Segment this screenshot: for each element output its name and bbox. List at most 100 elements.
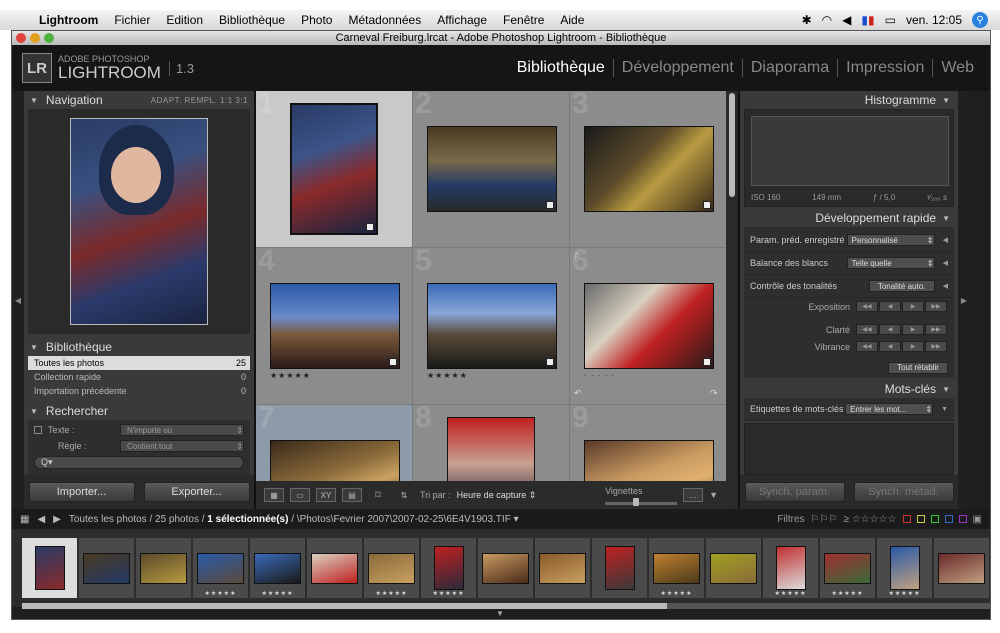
grid-cell[interactable]: 4 ★★★★★: [256, 248, 412, 404]
toolbar-menu-icon[interactable]: ▼: [709, 490, 718, 500]
spotlight-icon[interactable]: ⚲: [972, 12, 988, 28]
grid-cell[interactable]: 6 ⚐ · · · · · ↶ ↷: [570, 248, 726, 404]
sync-metadata-button[interactable]: Synch. métad.: [853, 482, 954, 502]
navigator-preview[interactable]: [28, 109, 250, 334]
menu-fenetre[interactable]: Fenêtre: [496, 13, 553, 27]
grid-cell[interactable]: 3: [570, 91, 726, 247]
thumbnail[interactable]: [270, 283, 400, 369]
text-scope-select[interactable]: N'importe où ⇕: [120, 424, 244, 436]
navigation-header[interactable]: ▼ Navigation ADAPT. REMPL. 1:1 3:1: [24, 91, 254, 109]
filmstrip-scrollbar[interactable]: [22, 603, 990, 609]
exposure-decrease-large[interactable]: ◀◀: [856, 301, 878, 312]
volume-icon[interactable]: ◀: [842, 13, 851, 27]
menu-affichage[interactable]: Affichage: [430, 13, 496, 27]
filmstrip-thumb[interactable]: [535, 538, 590, 598]
purple-label-filter[interactable]: [958, 515, 967, 523]
module-diaporama[interactable]: Diaporama: [741, 59, 837, 77]
rotate-right-icon[interactable]: ↷: [710, 388, 718, 399]
clarity-decrease[interactable]: ◀: [879, 324, 901, 335]
vibrance-decrease[interactable]: ◀: [879, 341, 901, 352]
filmstrip-thumb[interactable]: [706, 538, 761, 598]
reset-all-button[interactable]: Tout rétablir: [888, 361, 948, 374]
back-arrow-icon[interactable]: ◀: [37, 514, 45, 525]
menu-metadonnees[interactable]: Métadonnées: [341, 13, 430, 27]
keyword-tags-select[interactable]: Entrer les mot... ⇕: [845, 403, 934, 415]
rating-stars[interactable]: · · · · ·: [584, 371, 615, 380]
rule-select[interactable]: Contient tout ⇕: [120, 440, 244, 452]
module-developpement[interactable]: Développement: [612, 59, 742, 77]
bluetooth-icon[interactable]: ✱: [802, 13, 812, 27]
module-impression[interactable]: Impression: [837, 59, 932, 77]
rotate-left-icon[interactable]: ↶: [574, 388, 582, 399]
loupe-view-button[interactable]: ▭: [290, 488, 310, 502]
histogram-header[interactable]: Histogramme ▼: [740, 91, 958, 109]
expand-icon[interactable]: ◀: [943, 259, 948, 267]
flag-filter-icon[interactable]: ⚐⚐⚐: [811, 514, 838, 525]
toolbar-options-button[interactable]: …: [683, 488, 704, 502]
thumbnail[interactable]: [584, 126, 714, 212]
yellow-label-filter[interactable]: [916, 515, 925, 523]
exposure-increase-large[interactable]: ▶▶: [925, 301, 947, 312]
filmstrip-thumb[interactable]: ★★★★★: [649, 538, 704, 598]
thumbnail[interactable]: [584, 283, 714, 369]
thumbnail[interactable]: [427, 126, 557, 212]
preset-select[interactable]: Personnalisé ⇕: [846, 234, 935, 246]
auto-tone-button[interactable]: Tonalité auto.: [868, 280, 935, 292]
filmstrip-thumb[interactable]: [22, 538, 77, 598]
left-panel-toggle[interactable]: ◀: [12, 91, 24, 509]
wifi-icon[interactable]: ◠: [822, 13, 832, 27]
survey-view-button[interactable]: ▤: [342, 488, 362, 502]
sort-select[interactable]: Heure de capture ⇕: [457, 490, 537, 501]
menu-bibliotheque[interactable]: Bibliothèque: [212, 13, 294, 27]
clarity-decrease-large[interactable]: ◀◀: [856, 324, 878, 335]
filmstrip-toggle-icon[interactable]: ▼: [496, 609, 504, 618]
forward-arrow-icon[interactable]: ▶: [53, 514, 61, 525]
rating-stars[interactable]: ★★★★★: [270, 371, 311, 380]
text-checkbox[interactable]: [34, 426, 42, 434]
filmstrip-thumb[interactable]: ★★★★★: [364, 538, 419, 598]
grid-cell[interactable]: 1: [256, 91, 412, 247]
filmstrip-thumb[interactable]: [79, 538, 134, 598]
export-button[interactable]: Exporter...: [143, 482, 250, 502]
sync-settings-button[interactable]: Synch. param.: [744, 482, 845, 502]
clarity-increase[interactable]: ▶: [902, 324, 924, 335]
quick-develop-header[interactable]: Développement rapide ▼: [740, 209, 958, 227]
library-item-previous-import[interactable]: Importation précédente 0: [28, 384, 250, 398]
grid-toggle-icon[interactable]: ▦: [20, 514, 29, 525]
compare-view-button[interactable]: XY: [316, 488, 336, 502]
filmstrip-thumb[interactable]: [934, 538, 989, 598]
search-header[interactable]: ▼ Rechercher: [24, 402, 254, 420]
module-bibliotheque[interactable]: Bibliothèque: [509, 59, 613, 77]
grid-view-button[interactable]: ▦: [264, 488, 284, 502]
menu-photo[interactable]: Photo: [294, 13, 341, 27]
filmstrip-thumb[interactable]: ★★★★★: [763, 538, 818, 598]
filmstrip-thumb[interactable]: [307, 538, 362, 598]
exposure-decrease[interactable]: ◀: [879, 301, 901, 312]
battery-icon[interactable]: ▭: [885, 13, 896, 27]
thumbnail[interactable]: [290, 103, 378, 235]
menu-app[interactable]: Lightroom: [32, 13, 107, 27]
filmstrip-thumb[interactable]: [136, 538, 191, 598]
filmstrip-thumb[interactable]: ★★★★★: [250, 538, 305, 598]
grid-cell[interactable]: 5 ★★★★★: [413, 248, 569, 404]
thumbnail-size-slider[interactable]: [605, 497, 678, 506]
search-input[interactable]: Q▾: [34, 456, 244, 469]
spray-can-icon[interactable]: ⛫: [368, 488, 388, 502]
thumbnail[interactable]: [427, 283, 557, 369]
filmstrip-thumb[interactable]: [592, 538, 647, 598]
vibrance-increase-large[interactable]: ▶▶: [925, 341, 947, 352]
library-item-all-photos[interactable]: Toutes les photos 25: [28, 356, 250, 370]
filmstrip-thumb[interactable]: ★★★★★: [193, 538, 248, 598]
sort-direction-icon[interactable]: ⇅: [394, 488, 414, 502]
flag-icon[interactable]: ▮▮: [861, 13, 874, 27]
menu-aide[interactable]: Aide: [553, 13, 593, 27]
grid-scrollbar[interactable]: [726, 91, 738, 509]
library-header[interactable]: ▼ Bibliothèque: [24, 338, 254, 356]
grid-cell[interactable]: 2: [413, 91, 569, 247]
expand-icon[interactable]: ◀: [943, 236, 948, 244]
filmstrip-thumb[interactable]: ★★★★★: [421, 538, 476, 598]
right-panel-toggle[interactable]: ▶: [958, 91, 970, 509]
rating-stars[interactable]: ★★★★★: [427, 371, 468, 380]
keywords-textarea[interactable]: [744, 423, 954, 475]
vibrance-decrease-large[interactable]: ◀◀: [856, 341, 878, 352]
